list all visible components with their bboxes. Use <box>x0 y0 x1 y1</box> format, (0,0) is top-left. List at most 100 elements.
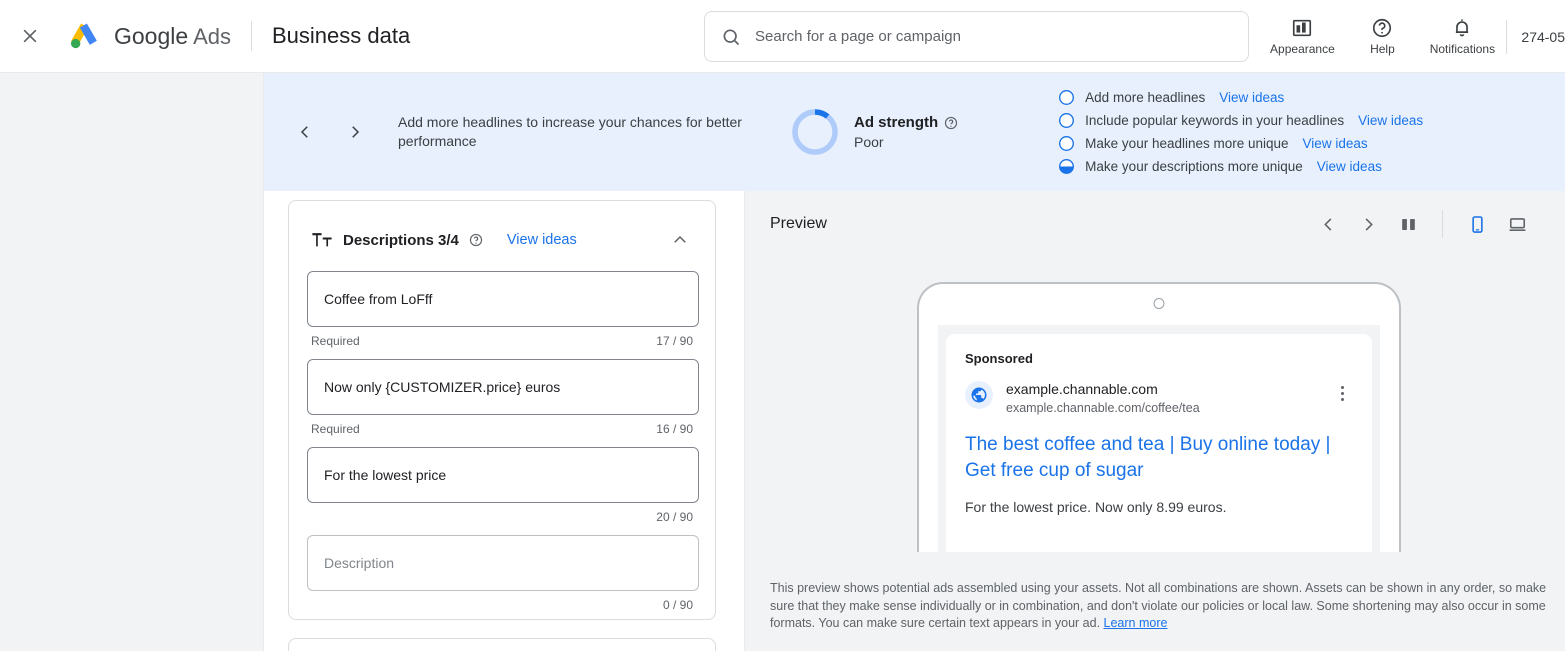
banner-next-button[interactable] <box>338 115 372 149</box>
preview-toolbar-divider <box>1442 210 1443 238</box>
description-counter-4: 0 / 90 <box>662 598 693 612</box>
notifications-button[interactable]: Notifications <box>1422 17 1502 56</box>
preview-toolbar <box>1308 204 1537 244</box>
desktop-device-icon <box>1509 217 1525 231</box>
kebab-dot <box>1340 398 1344 401</box>
account-id[interactable]: 274-05 <box>1521 29 1565 45</box>
preview-side-by-side-button[interactable] <box>1388 204 1428 244</box>
description-input-4[interactable]: Description <box>307 535 699 591</box>
appearance-button[interactable]: Appearance <box>1262 17 1342 56</box>
ad-display-path: example.channable.com/coffee/tea <box>1006 401 1200 415</box>
checklist-item[interactable]: Make your headlines more unique View ide… <box>1058 135 1423 152</box>
google-ads-logo[interactable]: Google Ads <box>64 16 231 56</box>
globe-icon <box>971 387 987 403</box>
description-meta-4: 0 / 90 <box>307 591 697 617</box>
description-input-1[interactable]: Coffee from LoFff <box>307 271 699 327</box>
chevron-up-icon <box>674 235 686 243</box>
description-value-2: Now only {CUSTOMIZER.price} euros <box>324 379 561 395</box>
brand-ads: Ads <box>193 23 231 49</box>
description-meta-1: Required 17 / 90 <box>307 327 697 353</box>
circle-half-filled-icon <box>1059 159 1075 174</box>
description-input-2[interactable]: Now only {CUSTOMIZER.price} euros <box>307 359 699 415</box>
description-field-group: Coffee from LoFff Required 17 / 90 <box>307 271 699 353</box>
ad-url-block: example.channable.com example.channable.… <box>1006 381 1200 417</box>
banner-message: Add more headlines to increase your chan… <box>398 114 742 149</box>
help-button[interactable]: Help <box>1342 17 1422 56</box>
circle-empty-icon <box>1059 90 1075 105</box>
descriptions-card: Descriptions 3/4 View ideas Coffee from … <box>288 200 716 620</box>
chevron-right-icon <box>352 126 360 138</box>
circle-empty-icon <box>1059 113 1075 128</box>
preview-desktop-button[interactable] <box>1497 204 1537 244</box>
ad-strength-banner: Add more headlines to increase your chan… <box>264 73 1565 191</box>
chevron-left-icon <box>1323 217 1331 231</box>
ad-strength-help-icon[interactable] <box>944 116 958 130</box>
description-value-1: Coffee from LoFff <box>324 291 433 307</box>
checklist-view-ideas-link[interactable]: View ideas <box>1317 159 1382 174</box>
banner-prev-button[interactable] <box>288 115 322 149</box>
description-input-3[interactable]: For the lowest price <box>307 447 699 503</box>
help-label: Help <box>1370 42 1395 56</box>
header-divider <box>251 21 252 51</box>
top-actions: Appearance Help Notifications 274-05 <box>1262 0 1565 73</box>
chevron-left-icon <box>300 126 308 138</box>
ad-strength-title-row: Ad strength <box>854 114 958 131</box>
top-app-bar: Google Ads Business data Search for a pa… <box>0 0 1565 73</box>
banner-nav-controls <box>288 115 372 149</box>
description-fields: Coffee from LoFff Required 17 / 90 Now o… <box>289 253 715 617</box>
brand-text: Google Ads <box>114 23 231 50</box>
description-counter-3: 20 / 90 <box>656 510 693 524</box>
learn-more-link[interactable]: Learn more <box>1104 616 1168 630</box>
sponsored-label: Sponsored <box>965 351 1033 366</box>
ad-strength-indicator: Ad strength Poor <box>790 107 958 157</box>
left-gutter <box>0 73 264 651</box>
search-icon <box>723 29 740 45</box>
ad-headline[interactable]: The best coffee and tea | Buy online tod… <box>965 432 1353 484</box>
ad-strength-value: Poor <box>854 134 884 150</box>
google-ads-logo-icon <box>71 23 97 49</box>
descriptions-help-icon[interactable] <box>469 233 483 247</box>
close-button[interactable] <box>10 16 50 56</box>
checklist-view-ideas-link[interactable]: View ideas <box>1358 113 1423 128</box>
ad-strength-gauge-icon <box>792 109 838 155</box>
description-field-group: Now only {CUSTOMIZER.price} euros Requir… <box>307 359 699 441</box>
preview-header: Preview <box>745 191 1565 257</box>
description-required-1: Required <box>311 334 360 348</box>
bell-icon <box>1456 19 1469 37</box>
description-placeholder-4: Description <box>324 555 395 571</box>
help-icon <box>1373 18 1392 38</box>
ad-description: For the lowest price. Now only 8.99 euro… <box>965 499 1227 515</box>
brand-google: Google <box>114 22 189 49</box>
search-input[interactable]: Search for a page or campaign <box>704 11 1249 62</box>
ad-site-row: example.channable.com example.channable.… <box>965 381 1353 417</box>
checklist-item[interactable]: Make your descriptions more unique View … <box>1058 158 1423 175</box>
descriptions-card-title: Descriptions 3/4 <box>343 231 459 249</box>
preview-disclaimer: This preview shows potential ads assembl… <box>770 580 1560 633</box>
preview-next-button[interactable] <box>1348 204 1388 244</box>
checklist-item[interactable]: Add more headlines View ideas <box>1058 89 1423 106</box>
descriptions-view-ideas-link[interactable]: View ideas <box>507 232 577 248</box>
phone-screen: Sponsored example.channable.com example.… <box>938 325 1380 552</box>
google-ads-business-data-page: Google Ads Business data Search for a pa… <box>0 0 1565 651</box>
descriptions-collapse-button[interactable] <box>667 227 693 253</box>
description-required-2: Required <box>311 422 360 436</box>
phone-mockup: Sponsored example.channable.com example.… <box>917 282 1401 552</box>
ad-strength-title: Ad strength <box>854 114 939 131</box>
kebab-dot <box>1340 392 1344 395</box>
search-placeholder: Search for a page or campaign <box>755 28 961 45</box>
checklist-item[interactable]: Include popular keywords in your headlin… <box>1058 112 1423 129</box>
preview-mobile-button[interactable] <box>1457 204 1497 244</box>
checklist-item-label: Add more headlines <box>1085 90 1206 105</box>
checklist-view-ideas-link[interactable]: View ideas <box>1303 136 1368 151</box>
checklist-view-ideas-link[interactable]: View ideas <box>1219 90 1284 105</box>
next-asset-card[interactable] <box>288 638 716 651</box>
description-field-group: Description 0 / 90 <box>307 535 699 617</box>
appearance-icon <box>1293 19 1312 37</box>
descriptions-card-header: Descriptions 3/4 View ideas <box>289 201 715 253</box>
mobile-device-icon <box>1471 215 1483 233</box>
ad-options-button[interactable] <box>1331 381 1353 401</box>
favicon <box>965 381 993 409</box>
ad-strength-checklist: Add more headlines View ideas Include po… <box>1058 89 1423 175</box>
description-field-group: For the lowest price 20 / 90 <box>307 447 699 529</box>
preview-prev-button[interactable] <box>1308 204 1348 244</box>
